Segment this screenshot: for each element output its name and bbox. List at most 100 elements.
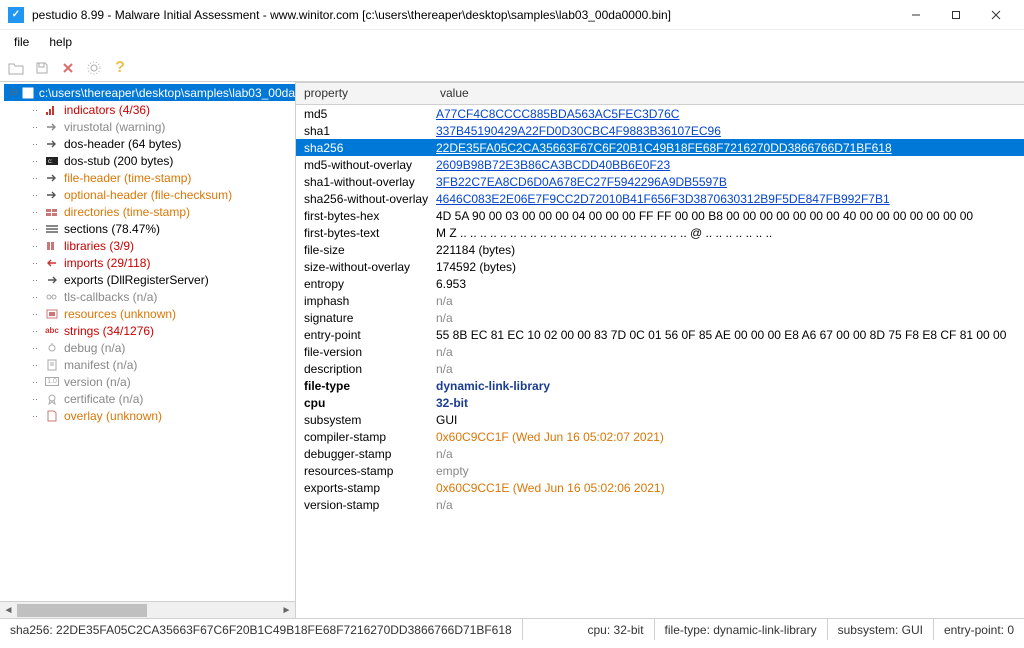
tree-root-node[interactable]: ⊟ c:\users\thereaper\desktop\samples\lab… bbox=[4, 84, 295, 101]
tree-item[interactable]: ··resources (unknown) bbox=[4, 305, 295, 322]
property-row[interactable]: first-bytes-textM Z .. .. .. .. .. .. ..… bbox=[296, 224, 1024, 241]
column-value[interactable]: value bbox=[432, 83, 477, 104]
property-row[interactable]: file-typedynamic-link-library bbox=[296, 377, 1024, 394]
property-row[interactable]: entry-point55 8B EC 81 EC 10 02 00 00 83… bbox=[296, 326, 1024, 343]
property-row[interactable]: signaturen/a bbox=[296, 309, 1024, 326]
status-sha256: sha256: 22DE35FA05C2CA35663F67C6F20B1C49… bbox=[0, 619, 523, 640]
tree-item-label: tls-callbacks (n/a) bbox=[64, 290, 157, 304]
property-row[interactable]: cpu32-bit bbox=[296, 394, 1024, 411]
status-cpu: cpu: 32-bit bbox=[578, 619, 655, 640]
tree-item[interactable]: ··manifest (n/a) bbox=[4, 356, 295, 373]
tree-item-label: directories (time-stamp) bbox=[64, 205, 190, 219]
property-name: file-type bbox=[296, 379, 432, 393]
property-row[interactable]: subsystemGUI bbox=[296, 411, 1024, 428]
property-name: file-version bbox=[296, 345, 432, 359]
bars-icon bbox=[44, 103, 60, 117]
property-name: description bbox=[296, 362, 432, 376]
property-row[interactable]: version-stampn/a bbox=[296, 496, 1024, 513]
tree-item-label: file-header (time-stamp) bbox=[64, 171, 191, 185]
property-row[interactable]: imphashn/a bbox=[296, 292, 1024, 309]
about-button[interactable]: ? bbox=[110, 58, 130, 78]
settings-button[interactable] bbox=[84, 58, 104, 78]
menu-file[interactable]: file bbox=[6, 33, 37, 51]
property-name: exports-stamp bbox=[296, 481, 432, 495]
tree-item[interactable]: ··tls-callbacks (n/a) bbox=[4, 288, 295, 305]
tree-scroll[interactable]: ⊟ c:\users\thereaper\desktop\samples\lab… bbox=[0, 82, 295, 601]
tree-item-label: strings (34/1276) bbox=[64, 324, 154, 338]
collapse-icon[interactable]: ⊟ bbox=[10, 87, 19, 98]
tree-item-label: exports (DllRegisterServer) bbox=[64, 273, 209, 287]
tree-item[interactable]: ··abcstrings (34/1276) bbox=[4, 322, 295, 339]
tree-item[interactable]: ··libraries (3/9) bbox=[4, 237, 295, 254]
scroll-track[interactable] bbox=[17, 602, 278, 619]
tree-item[interactable]: ··virustotal (warning) bbox=[4, 118, 295, 135]
scroll-thumb[interactable] bbox=[17, 604, 147, 617]
status-filetype: file-type: dynamic-link-library bbox=[655, 619, 828, 640]
tree-item[interactable]: ··1.0version (n/a) bbox=[4, 373, 295, 390]
property-row[interactable]: sha25622DE35FA05C2CA35663F67C6F20B1C49B1… bbox=[296, 139, 1024, 156]
save-button[interactable] bbox=[32, 58, 52, 78]
abc-icon: abc bbox=[44, 324, 60, 338]
property-value: 0x60C9CC1F (Wed Jun 16 05:02:07 2021) bbox=[432, 430, 1024, 444]
tree-item[interactable]: ··dos-header (64 bytes) bbox=[4, 135, 295, 152]
property-row[interactable]: file-size221184 (bytes) bbox=[296, 241, 1024, 258]
property-value: 2609B98B72E3B86CA3BCDD40BB6E0F23 bbox=[432, 158, 1024, 172]
tree-item[interactable]: ··sections (78.47%) bbox=[4, 220, 295, 237]
property-row[interactable]: exports-stamp0x60C9CC1E (Wed Jun 16 05:0… bbox=[296, 479, 1024, 496]
property-row[interactable]: first-bytes-hex4D 5A 90 00 03 00 00 00 0… bbox=[296, 207, 1024, 224]
arrow-r-icon bbox=[44, 120, 60, 134]
tree-item-label: overlay (unknown) bbox=[64, 409, 162, 423]
property-row[interactable]: debugger-stampn/a bbox=[296, 445, 1024, 462]
property-name: md5-without-overlay bbox=[296, 158, 432, 172]
properties-body[interactable]: md5A77CF4C8CCCC885BDA563AC5FEC3D76Csha13… bbox=[296, 105, 1024, 618]
tree-item[interactable]: ··indicators (4/36) bbox=[4, 101, 295, 118]
property-row[interactable]: sha1-without-overlay3FB22C7EA8CD6D0A678E… bbox=[296, 173, 1024, 190]
property-name: size-without-overlay bbox=[296, 260, 432, 274]
delete-button[interactable] bbox=[58, 58, 78, 78]
column-property[interactable]: property bbox=[296, 83, 432, 104]
property-row[interactable]: md5-without-overlay2609B98B72E3B86CA3BCD… bbox=[296, 156, 1024, 173]
tree-item[interactable]: ··file-header (time-stamp) bbox=[4, 169, 295, 186]
app-icon: ✓ bbox=[8, 7, 24, 23]
tree-item[interactable]: ··c:dos-stub (200 bytes) bbox=[4, 152, 295, 169]
property-row[interactable]: entropy6.953 bbox=[296, 275, 1024, 292]
property-row[interactable]: size-without-overlay174592 (bytes) bbox=[296, 258, 1024, 275]
tree-item[interactable]: ··imports (29/118) bbox=[4, 254, 295, 271]
scroll-left-button[interactable]: ◄ bbox=[0, 602, 17, 619]
property-row[interactable]: descriptionn/a bbox=[296, 360, 1024, 377]
property-value: 174592 (bytes) bbox=[432, 260, 1024, 274]
close-button[interactable] bbox=[976, 0, 1016, 30]
property-row[interactable]: file-versionn/a bbox=[296, 343, 1024, 360]
open-button[interactable] bbox=[6, 58, 26, 78]
status-entrypoint: entry-point: 0 bbox=[934, 619, 1024, 640]
property-value: dynamic-link-library bbox=[432, 379, 1024, 393]
tree-item[interactable]: ··certificate (n/a) bbox=[4, 390, 295, 407]
tree-item-label: manifest (n/a) bbox=[64, 358, 137, 372]
statusbar: sha256: 22DE35FA05C2CA35663F67C6F20B1C49… bbox=[0, 618, 1024, 640]
property-name: sha1-without-overlay bbox=[296, 175, 432, 189]
menu-help[interactable]: help bbox=[41, 33, 80, 51]
manifest-icon bbox=[44, 358, 60, 372]
tree-item[interactable]: ··optional-header (file-checksum) bbox=[4, 186, 295, 203]
tree-item[interactable]: ··exports (DllRegisterServer) bbox=[4, 271, 295, 288]
minimize-button[interactable] bbox=[896, 0, 936, 30]
property-row[interactable]: sha1337B45190429A22FD0D30CBC4F9883B36107… bbox=[296, 122, 1024, 139]
scroll-right-button[interactable]: ► bbox=[278, 602, 295, 619]
tree-item[interactable]: ··directories (time-stamp) bbox=[4, 203, 295, 220]
maximize-button[interactable] bbox=[936, 0, 976, 30]
tree-item[interactable]: ··debug (n/a) bbox=[4, 339, 295, 356]
property-row[interactable]: sha256-without-overlay4646C083E2E06E7F9C… bbox=[296, 190, 1024, 207]
property-row[interactable]: md5A77CF4C8CCCC885BDA563AC5FEC3D76C bbox=[296, 105, 1024, 122]
tree-hscrollbar[interactable]: ◄ ► bbox=[0, 601, 295, 618]
tree-item[interactable]: ··overlay (unknown) bbox=[4, 407, 295, 424]
property-value: 0x60C9CC1E (Wed Jun 16 05:02:06 2021) bbox=[432, 481, 1024, 495]
property-row[interactable]: compiler-stamp0x60C9CC1F (Wed Jun 16 05:… bbox=[296, 428, 1024, 445]
property-row[interactable]: resources-stampempty bbox=[296, 462, 1024, 479]
menubar: file help bbox=[0, 30, 1024, 54]
main-body: ⊟ c:\users\thereaper\desktop\samples\lab… bbox=[0, 82, 1024, 618]
ver-icon: 1.0 bbox=[44, 375, 60, 389]
property-value: GUI bbox=[432, 413, 1024, 427]
property-name: resources-stamp bbox=[296, 464, 432, 478]
property-value: 22DE35FA05C2CA35663F67C6F20B1C49B18FE68F… bbox=[432, 141, 1024, 155]
titlebar: ✓ pestudio 8.99 - Malware Initial Assess… bbox=[0, 0, 1024, 30]
